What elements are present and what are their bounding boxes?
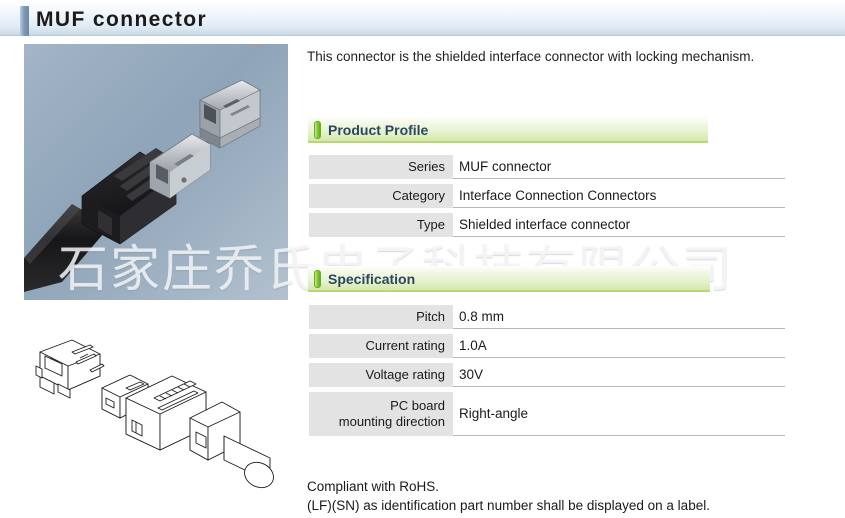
table-row: Pitch 0.8 mm [309, 305, 785, 329]
row-value: Shielded interface connector [453, 213, 785, 237]
row-label: Series [309, 155, 453, 179]
specification-table: Pitch 0.8 mm Current rating 1.0A Voltage… [309, 305, 785, 441]
row-value: Interface Connection Connectors [453, 184, 785, 208]
row-label-text: Voltage rating [365, 367, 445, 382]
row-value: MUF connector [453, 155, 785, 179]
table-row: Current rating 1.0A [309, 334, 785, 358]
row-label-text: Current rating [365, 338, 445, 353]
section-title-specification: Specification [328, 271, 416, 287]
section-header-product-profile: Product Profile [308, 117, 708, 143]
product-profile-table: Series MUF connector Category Interface … [309, 155, 785, 242]
header-accent-bar [20, 6, 29, 36]
section-title-product-profile: Product Profile [328, 122, 429, 138]
page-header: MUF connector [0, 0, 845, 36]
intro-description: This connector is the shielded interface… [307, 49, 755, 64]
row-label-text: Pitch [416, 309, 445, 324]
row-label: Pitch [309, 305, 453, 329]
footer-line-identification: (LF)(SN) as identification part number s… [307, 498, 710, 513]
row-label-text-line1: PC board [390, 398, 445, 413]
row-value: 30V [453, 363, 785, 387]
row-value: Right-angle [453, 392, 785, 436]
table-row: Voltage rating 30V [309, 363, 785, 387]
row-label-text-line2: mounting direction [338, 414, 445, 429]
table-row: Type Shielded interface connector [309, 213, 785, 237]
table-row: Category Interface Connection Connectors [309, 184, 785, 208]
page-title: MUF connector [36, 8, 208, 31]
footer-notes: Compliant with RoHS. (LF)(SN) as identif… [307, 477, 777, 515]
table-row: Series MUF connector [309, 155, 785, 179]
product-photo [24, 44, 288, 300]
product-photo-image [24, 44, 288, 300]
section-marker-icon [314, 121, 321, 139]
row-value: 1.0A [453, 334, 785, 358]
row-label-text: Category [392, 188, 445, 203]
row-value: 0.8 mm [453, 305, 785, 329]
row-label: PC board mounting direction [309, 392, 453, 436]
product-datasheet-page: MUF connector This connector is the shie… [0, 0, 845, 518]
row-label: Type [309, 213, 453, 237]
row-label-text: Series [408, 159, 445, 174]
section-header-specification: Specification [308, 266, 710, 292]
row-label: Voltage rating [309, 363, 453, 387]
row-label: Category [309, 184, 453, 208]
table-row: PC board mounting direction Right-angle [309, 392, 785, 436]
product-line-drawing-image [35, 339, 274, 489]
product-line-drawing [14, 332, 298, 512]
row-label-text: Type [416, 217, 445, 232]
footer-line-rohs: Compliant with RoHS. [307, 479, 440, 494]
section-marker-icon [314, 270, 321, 288]
row-label: Current rating [309, 334, 453, 358]
